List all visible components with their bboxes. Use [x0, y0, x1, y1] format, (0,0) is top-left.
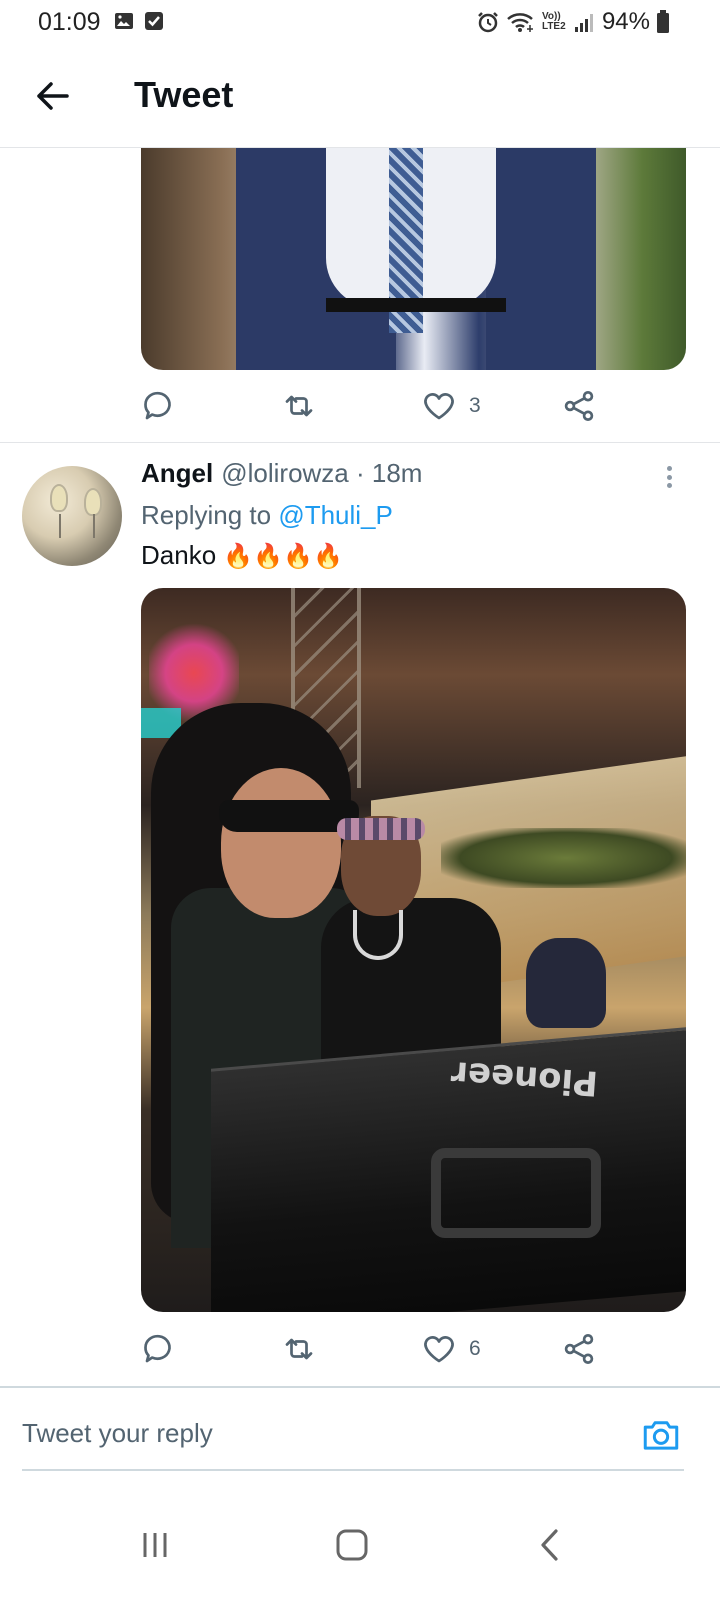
home-button[interactable] — [322, 1520, 382, 1570]
page-title: Tweet — [134, 74, 234, 115]
wifi-icon — [507, 13, 533, 32]
share-button[interactable] — [561, 384, 597, 428]
gallery-icon — [115, 13, 133, 29]
replying-to: Replying to @Thuli_P — [141, 500, 393, 531]
reply-underline — [22, 1469, 684, 1471]
tweet-divider — [0, 442, 720, 443]
reply-icon — [144, 391, 171, 420]
chevron-left-icon — [541, 1529, 558, 1561]
replying-prefix: Replying to — [141, 500, 279, 530]
more-dot — [666, 474, 672, 480]
more-dot — [666, 466, 672, 471]
reply-input[interactable]: Tweet your reply — [22, 1418, 213, 1449]
reply-icon — [144, 1334, 171, 1363]
retweet-icon — [285, 1338, 313, 1360]
camera-button[interactable] — [640, 1414, 682, 1456]
composer-divider — [0, 1386, 720, 1388]
fire-emoji: 🔥🔥🔥🔥 — [223, 543, 343, 570]
volte-icon: Vo)) LTE2 — [541, 11, 566, 32]
author-name[interactable]: Angel — [141, 458, 213, 489]
tweet-image[interactable]: Pioneer — [141, 588, 686, 1312]
tweet-header: Angel @lolirowza · 18m — [141, 458, 422, 494]
more-options-button[interactable] — [656, 462, 682, 492]
back-arrow-icon — [37, 82, 69, 110]
status-bar: 01:09 Vo)) LTE2 94% — [0, 0, 720, 44]
signal-icon — [574, 14, 593, 32]
home-icon — [336, 1529, 368, 1561]
system-nav-bar — [0, 1490, 720, 1600]
app-header: Tweet — [0, 44, 720, 148]
tweet-text: Danko 🔥🔥🔥🔥 — [141, 540, 343, 571]
like-count: 3 — [469, 394, 481, 417]
system-back-button[interactable] — [520, 1520, 580, 1570]
checkbox-icon — [145, 12, 163, 30]
author-handle[interactable]: @lolirowza · 18m — [221, 458, 422, 489]
like-count: 6 — [469, 1337, 481, 1360]
previous-tweet-actions: 3 — [141, 384, 611, 428]
back-button[interactable] — [30, 74, 74, 118]
battery-icon — [657, 10, 669, 33]
retweet-icon — [285, 395, 313, 417]
share-icon — [564, 391, 594, 421]
share-icon — [564, 1334, 594, 1364]
replying-to-link[interactable]: @Thuli_P — [278, 500, 393, 530]
retweet-button[interactable] — [281, 384, 329, 428]
like-button[interactable]: 6 — [421, 1327, 481, 1371]
retweet-button[interactable] — [281, 1327, 329, 1371]
heart-icon — [424, 1336, 454, 1363]
avatar[interactable] — [22, 466, 122, 566]
battery-percent: 94% — [601, 8, 650, 35]
reply-button[interactable] — [141, 384, 189, 428]
recent-apps-icon — [143, 1533, 167, 1557]
previous-tweet-image[interactable] — [141, 148, 686, 370]
alarm-icon — [478, 12, 498, 33]
share-button[interactable] — [561, 1327, 597, 1371]
status-time: 01:09 — [38, 8, 101, 36]
heart-icon — [424, 393, 454, 420]
more-dot — [666, 483, 672, 488]
reply-button[interactable] — [141, 1327, 189, 1371]
recent-apps-button[interactable] — [125, 1520, 185, 1570]
tweet-body: Danko — [141, 540, 217, 570]
tweet-actions: 6 — [141, 1327, 611, 1371]
like-button[interactable]: 3 — [421, 384, 481, 428]
camera-icon — [643, 1421, 679, 1450]
